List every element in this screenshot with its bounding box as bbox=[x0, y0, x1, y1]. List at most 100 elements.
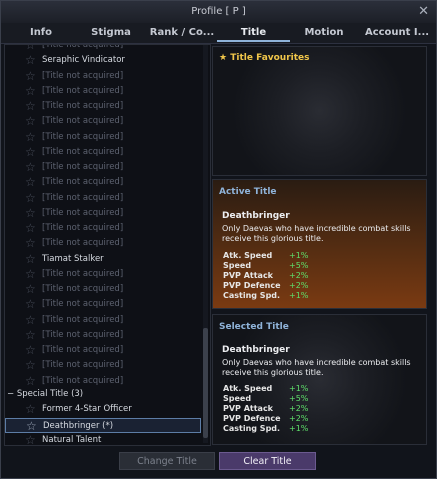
star-outline-icon[interactable]: ☆ bbox=[25, 267, 36, 281]
star-outline-icon[interactable]: ☆ bbox=[25, 236, 36, 250]
title-list-item[interactable]: ☆ [Title not acquired] bbox=[5, 358, 201, 373]
change-title-button[interactable]: Change Title bbox=[119, 452, 215, 470]
stat-name: Casting Spd. bbox=[223, 424, 281, 433]
title-list-item[interactable]: ☆ [Title not acquired] bbox=[5, 282, 201, 297]
title-list-item[interactable]: ☆ [Title not acquired] bbox=[5, 343, 201, 358]
star-outline-icon[interactable]: ☆ bbox=[25, 221, 36, 235]
star-outline-icon[interactable]: ☆ bbox=[25, 84, 36, 98]
title-label: Natural Talent bbox=[42, 435, 102, 445]
title-list: ☆ [Title not acquired] ☆ Seraphic Vindicato… bbox=[4, 44, 211, 446]
selected-title-name: Deathbringer bbox=[222, 345, 290, 355]
collapse-icon[interactable]: − bbox=[7, 389, 14, 399]
tab-stigma[interactable]: Stigma bbox=[79, 27, 143, 38]
title-list-item[interactable]: ☆ [Title not acquired] bbox=[5, 267, 201, 282]
stat-name: Atk. Speed bbox=[223, 251, 273, 260]
tab-account[interactable]: Account I... bbox=[359, 27, 435, 38]
star-outline-icon[interactable]: ☆ bbox=[25, 69, 36, 83]
tab-rank[interactable]: Rank / Co... bbox=[147, 27, 217, 38]
title-list-item[interactable]: ☆ [Title not acquired] bbox=[5, 175, 201, 190]
title-label: [Title not acquired] bbox=[42, 177, 124, 188]
group-header[interactable]: − Special Title (3) bbox=[7, 389, 83, 399]
favourites-header: ★ Title Favourites bbox=[219, 53, 310, 63]
scrollbar-thumb[interactable] bbox=[203, 328, 208, 438]
stat-value: +1% bbox=[289, 424, 309, 433]
favourites-title: Title Favourites bbox=[230, 53, 310, 63]
title-label: [Title not acquired] bbox=[42, 162, 124, 172]
active-title-name: Deathbringer bbox=[222, 211, 290, 221]
stat-name: Atk. Speed bbox=[223, 384, 273, 393]
selected-title-header: Selected Title bbox=[219, 322, 289, 332]
star-outline-icon[interactable]: ☆ bbox=[25, 53, 36, 67]
title-list-item[interactable]: ☆ [Title not acquired] bbox=[5, 84, 201, 99]
star-outline-icon[interactable]: ☆ bbox=[25, 45, 36, 52]
title-label: [Title not acquired] bbox=[42, 284, 124, 294]
star-outline-icon[interactable]: ☆ bbox=[26, 419, 37, 433]
tab-info[interactable]: Info bbox=[11, 27, 71, 38]
star-outline-icon[interactable]: ☆ bbox=[25, 252, 36, 266]
title-label: [Title not acquired] bbox=[42, 360, 124, 371]
stat-value: +2% bbox=[289, 271, 309, 280]
star-outline-icon[interactable]: ☆ bbox=[25, 145, 36, 159]
title-label: [Title not acquired] bbox=[42, 85, 124, 96]
star-outline-icon[interactable]: ☆ bbox=[25, 99, 36, 113]
title-list-item[interactable]: ☆ [Title not acquired] bbox=[5, 130, 201, 145]
star-outline-icon[interactable]: ☆ bbox=[25, 175, 36, 189]
close-icon[interactable]: ✕ bbox=[418, 4, 429, 19]
star-outline-icon[interactable]: ☆ bbox=[25, 297, 36, 311]
stat-value: +2% bbox=[289, 281, 309, 290]
title-list-item[interactable]: ☆ [Title not acquired] bbox=[5, 69, 201, 84]
stat-name: Speed bbox=[223, 394, 252, 403]
star-outline-icon[interactable]: ☆ bbox=[25, 282, 36, 296]
star-outline-icon[interactable]: ☆ bbox=[25, 433, 36, 445]
star-outline-icon[interactable]: ☆ bbox=[25, 160, 36, 174]
star-outline-icon[interactable]: ☆ bbox=[25, 114, 36, 128]
title-list-item[interactable]: ☆ [Title not acquired] bbox=[5, 145, 201, 160]
title-list-item[interactable]: ☆ [Title not acquired] bbox=[5, 374, 201, 389]
group-label: Special Title (3) bbox=[16, 389, 84, 399]
star-outline-icon[interactable]: ☆ bbox=[25, 402, 36, 416]
title-list-item[interactable]: ☆ [Title not acquired] bbox=[5, 206, 201, 221]
favourites-panel: ★ Title Favourites bbox=[212, 46, 427, 176]
stat-value: +2% bbox=[289, 414, 309, 423]
star-outline-icon[interactable]: ☆ bbox=[25, 343, 36, 357]
stat-name: PVP Attack bbox=[223, 271, 274, 280]
stat-value: +5% bbox=[289, 394, 309, 403]
stat-name: Casting Spd. bbox=[223, 291, 281, 300]
title-list-item[interactable]: ☆ [Title not acquired] bbox=[5, 236, 201, 251]
title-list-item[interactable]: ☆ Former 4-Star Officer bbox=[5, 402, 201, 417]
window-title: Profile [ P ] bbox=[191, 6, 246, 17]
stat-name: PVP Defence bbox=[223, 281, 281, 290]
title-list-item[interactable]: ☆ [Title not acquired] bbox=[5, 160, 201, 175]
title-list-item[interactable]: ☆ [Title not acquired] bbox=[5, 114, 201, 129]
stat-value: +1% bbox=[289, 291, 309, 300]
star-outline-icon[interactable]: ☆ bbox=[25, 130, 36, 144]
title-list-item[interactable]: ☆ Tiamat Stalker bbox=[5, 252, 201, 267]
star-outline-icon[interactable]: ☆ bbox=[25, 328, 36, 342]
tab-motion[interactable]: Motion bbox=[291, 27, 357, 38]
star-outline-icon[interactable]: ☆ bbox=[25, 313, 36, 327]
tab-title[interactable]: Title bbox=[217, 27, 290, 38]
title-list-item[interactable]: ☆ [Title not acquired] bbox=[5, 328, 201, 343]
title-list-item[interactable]: ☆ Deathbringer (*) bbox=[5, 417, 201, 433]
clear-title-button[interactable]: Clear Title bbox=[219, 452, 316, 470]
title-label: Deathbringer (*) bbox=[43, 420, 114, 431]
star-outline-icon[interactable]: ☆ bbox=[25, 358, 36, 372]
title-label: Tiamat Stalker bbox=[42, 253, 104, 264]
title-list-item[interactable]: ☆ Seraphic Vindicator bbox=[5, 53, 201, 68]
star-outline-icon[interactable]: ☆ bbox=[25, 191, 36, 205]
title-label: [Title not acquired] bbox=[42, 70, 124, 81]
title-list-item[interactable]: ☆ [Title not acquired] bbox=[5, 191, 201, 206]
title-label: [Title not acquired] bbox=[42, 146, 124, 157]
star-outline-icon[interactable]: ☆ bbox=[25, 206, 36, 220]
title-label: [Title not acquired] bbox=[42, 375, 124, 386]
title-list-item[interactable]: ☆ [Title not acquired] bbox=[5, 313, 201, 328]
title-list-item[interactable]: ☆ Natural Talent bbox=[5, 433, 201, 445]
title-list-item[interactable]: ☆ [Title not acquired] bbox=[5, 297, 201, 312]
star-icon: ★ bbox=[219, 53, 228, 63]
title-list-item[interactable]: ☆ [Title not acquired] bbox=[5, 99, 201, 114]
star-outline-icon[interactable]: ☆ bbox=[25, 374, 36, 388]
title-list-item[interactable]: ☆ [Title not acquired] bbox=[5, 221, 201, 236]
title-list-item[interactable]: ☆ [Title not acquired] bbox=[5, 45, 201, 53]
title-label: Former 4-Star Officer bbox=[42, 404, 132, 414]
title-bar: Profile [ P ] ✕ bbox=[1, 1, 436, 24]
